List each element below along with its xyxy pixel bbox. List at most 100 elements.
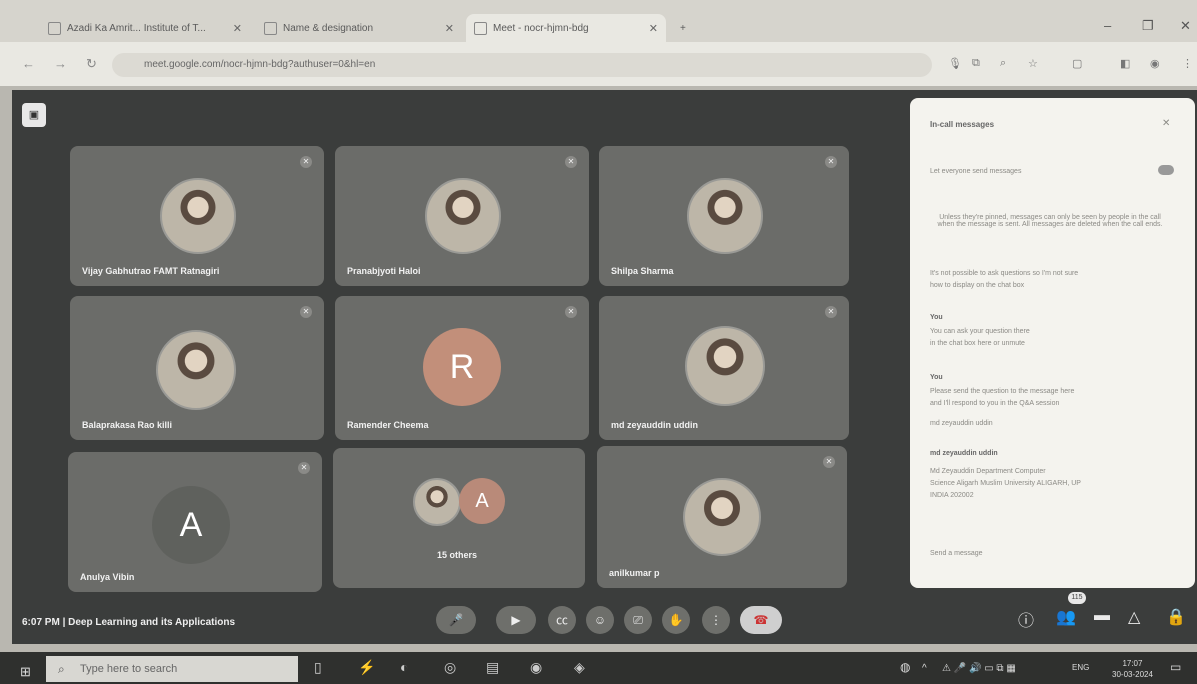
url-text: meet.google.com/nocr-hjmn-bdg?authuser=0…	[144, 59, 376, 70]
notifications-icon[interactable]: ▭	[1170, 660, 1181, 674]
forward-icon[interactable]: →	[54, 56, 67, 71]
restore-icon[interactable]: ❐	[1142, 18, 1154, 34]
sidebar-icon[interactable]: ◧	[1120, 57, 1130, 70]
bookmark-star-icon[interactable]: ☆	[1028, 57, 1038, 70]
people-icon[interactable]: 👥	[1056, 607, 1076, 627]
new-tab-button[interactable]: +	[672, 14, 696, 42]
participant-tile[interactable]: ✕ anilkumar p	[597, 446, 847, 588]
participant-tile[interactable]: ✕ Balaprakasa Rao killi	[70, 296, 324, 440]
minimize-icon[interactable]: –	[1104, 18, 1111, 33]
avatar	[687, 178, 763, 254]
tab-2[interactable]: Name & designation ✕	[256, 14, 462, 42]
browser-tab-strip: Azadi Ka Amrit... Institute of T... ✕ Na…	[0, 0, 1197, 42]
host-controls-icon[interactable]: 🔒	[1166, 607, 1186, 627]
message-text: md zeyauddin uddin	[930, 420, 993, 427]
participant-tile[interactable]: ✕ md zeyauddin uddin	[599, 296, 849, 440]
participant-name: Shilpa Sharma	[611, 266, 674, 276]
avatar: A	[459, 478, 505, 524]
participant-tile[interactable]: ✕ Pranabjyoti Haloi	[335, 146, 589, 286]
file-explorer-icon[interactable]: ▤	[486, 659, 499, 676]
avatar	[425, 178, 501, 254]
close-icon[interactable]: ✕	[1162, 118, 1170, 129]
language-indicator[interactable]: ENG	[1072, 663, 1089, 672]
emoji-button[interactable]: ☺	[586, 606, 614, 634]
extensions-icon[interactable]: ▢	[1072, 57, 1082, 70]
avatar: R	[423, 328, 501, 406]
reload-icon[interactable]: ↻	[86, 56, 97, 72]
clock-date: 30-03-2024	[1112, 670, 1153, 679]
taskbar-search-input[interactable]: Type here to search	[46, 656, 298, 682]
captions-button[interactable]: ㏄	[548, 606, 576, 634]
meet-app-icon[interactable]: ◈	[574, 659, 585, 676]
task-view-icon[interactable]: ▯	[314, 659, 322, 676]
tab-favicon-icon	[474, 21, 487, 35]
meeting-time-and-title: 6:07 PM | Deep Learning and its Applicat…	[22, 617, 236, 628]
tab-3[interactable]: Meet - nocr-hjmn-bdg ✕	[466, 14, 666, 42]
avatar: A	[152, 486, 230, 564]
message-sender: md zeyauddin uddin	[930, 450, 998, 457]
participant-name: md zeyauddin uddin	[611, 420, 698, 430]
participant-name: Anulya Vibin	[80, 572, 135, 582]
present-button[interactable]: ⎚	[624, 606, 652, 634]
let-everyone-send-toggle[interactable]	[1158, 165, 1174, 175]
close-icon[interactable]: ✕	[445, 22, 454, 35]
participant-name: Balaprakasa Rao killi	[82, 420, 173, 430]
chat-icon[interactable]: ▬	[1094, 607, 1110, 625]
participant-tile[interactable]: A 15 others	[333, 448, 585, 588]
firefox-icon[interactable]: ◐	[400, 659, 408, 675]
tray-icons[interactable]: ⚠ 🎤 🔊 ▭ ⧉ ▦	[942, 663, 1016, 674]
mic-muted-icon: ✕	[300, 156, 312, 168]
mic-indicator-icon[interactable]: 🎙	[948, 57, 962, 70]
url-field[interactable]: meet.google.com/nocr-hjmn-bdg?authuser=0…	[112, 53, 932, 77]
send-message-input[interactable]: Send a message	[930, 550, 983, 557]
tray-app-icon[interactable]: ◍	[900, 660, 910, 674]
raise-hand-button[interactable]: ✋	[662, 606, 690, 634]
message-sender: You	[930, 374, 943, 381]
cast-icon[interactable]: ⧉	[972, 57, 980, 70]
microphone-button[interactable]: 🎤	[436, 606, 476, 634]
clock[interactable]: 17:07 30-03-2024	[1112, 658, 1153, 680]
windows-start-icon[interactable]: ⊞	[20, 664, 31, 680]
participant-tile[interactable]: ✕ Vijay Gabhutrao FAMT Ratnagiri	[70, 146, 324, 286]
avatar	[156, 330, 236, 410]
participant-name: anilkumar p	[609, 568, 660, 578]
profile-icon[interactable]: ◉	[1150, 57, 1160, 70]
message-text: It's not possible to ask questions so I'…	[930, 270, 1079, 277]
tab-label: Meet - nocr-hjmn-bdg	[493, 22, 589, 34]
close-window-icon[interactable]: ✕	[1180, 18, 1191, 34]
avatar	[413, 478, 461, 526]
show-hidden-icons-icon[interactable]: ^	[922, 663, 927, 674]
app-icon[interactable]: ⚡	[358, 659, 375, 676]
more-options-button[interactable]: ⋮	[702, 606, 730, 634]
activities-icon[interactable]: △	[1128, 607, 1140, 627]
camera-button[interactable]: ▶	[496, 606, 536, 634]
message-sender: You	[930, 314, 943, 321]
search-placeholder: Type here to search	[80, 663, 178, 675]
toggle-label: Let everyone send messages	[930, 168, 1022, 175]
close-icon[interactable]: ✕	[649, 22, 658, 35]
chrome-icon[interactable]: ◉	[530, 659, 542, 676]
message-text: and I'll respond to you in the Q&A sessi…	[930, 400, 1060, 407]
menu-icon[interactable]: ⋮	[1182, 57, 1193, 70]
participant-tile[interactable]: R ✕ Ramender Cheema	[335, 296, 589, 440]
leave-call-button[interactable]: ☎	[740, 606, 782, 634]
in-call-messages-panel: In-call messages ✕ Let everyone send mes…	[910, 98, 1195, 588]
tab-1[interactable]: Azadi Ka Amrit... Institute of T... ✕	[40, 14, 250, 42]
participant-tile[interactable]: A ✕ Anulya Vibin	[68, 452, 322, 592]
mic-muted-icon: ✕	[565, 306, 577, 318]
mic-muted-icon: ✕	[825, 306, 837, 318]
close-icon[interactable]: ✕	[233, 22, 242, 35]
participant-name: Ramender Cheema	[347, 420, 429, 430]
message-text: Please send the question to the message …	[930, 388, 1075, 395]
participant-name: Pranabjyoti Haloi	[347, 266, 421, 276]
message-text: Md Zeyauddin Department Computer	[930, 468, 1046, 475]
edge-icon[interactable]: ◎	[444, 659, 456, 676]
info-icon[interactable]: ⓘ	[1018, 607, 1034, 631]
zoom-icon[interactable]: ⌕	[1000, 57, 1006, 70]
participant-name: Vijay Gabhutrao FAMT Ratnagiri	[82, 266, 220, 276]
meet-logo-icon: ▣	[22, 103, 46, 127]
back-icon[interactable]: ←	[22, 56, 35, 71]
mic-muted-icon: ✕	[565, 156, 577, 168]
participant-tile[interactable]: ✕ Shilpa Sharma	[599, 146, 849, 286]
avatar	[683, 478, 761, 556]
